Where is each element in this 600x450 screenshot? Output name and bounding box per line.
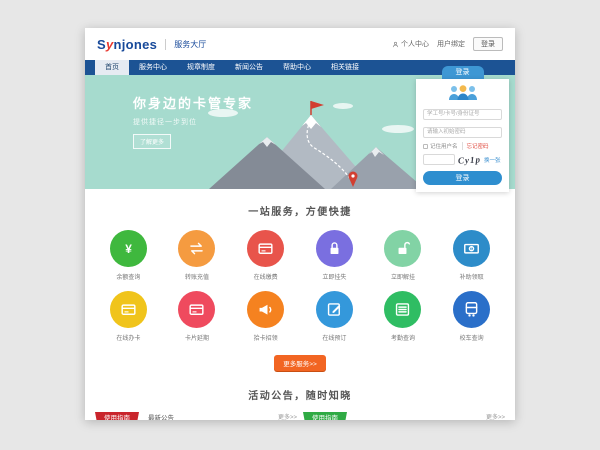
service-item-补助领取[interactable]: 1 补助领取: [437, 230, 506, 281]
service-item-校车查询[interactable]: 校车查询: [437, 291, 506, 342]
announcement-panel-2: 使用指南 更多>>: [303, 412, 505, 420]
more-services-wrap: 更多服务>>: [85, 353, 515, 371]
service-label: 卡片延期: [185, 333, 209, 342]
lock-icon: [316, 230, 353, 267]
remember-checkbox[interactable]: [423, 144, 428, 149]
personal-center-link[interactable]: 个人中心: [392, 39, 429, 49]
panel-tab-使用指南[interactable]: 使用指南: [95, 412, 139, 420]
service-item-转账充值[interactable]: 转账充值: [163, 230, 232, 281]
service-item-在线预订[interactable]: 在线预订: [300, 291, 369, 342]
remember-row: 记住用户名 忘记密码: [423, 142, 502, 150]
service-item-立即挂失[interactable]: 立即挂失: [300, 230, 369, 281]
banknote-icon: 1: [453, 230, 490, 267]
login-panel: 登录 记住用户名 忘记密码 Cy1p 换一张: [416, 66, 509, 192]
edit-icon: [316, 291, 353, 328]
service-item-余额查询[interactable]: ¥ 余额查询: [94, 230, 163, 281]
remember-label: 记住用户名: [430, 142, 458, 150]
site-window: Synjones 服务大厅 个人中心 用户绑定 登录 首页服务中心规章制度新闻公…: [85, 28, 515, 420]
card-icon: [110, 291, 147, 328]
login-tab[interactable]: 登录: [442, 66, 484, 79]
logo-part1: S: [97, 37, 106, 52]
announcements-section: 活动公告，随时知晓 使用指南最新公告更多>>使用指南更多>>: [85, 387, 515, 420]
service-item-立即解挂[interactable]: 立即解挂: [369, 230, 438, 281]
svg-text:1: 1: [470, 247, 473, 253]
page-background: Synjones 服务大厅 个人中心 用户绑定 登录 首页服务中心规章制度新闻公…: [0, 0, 600, 450]
service-label: 在线缴费: [254, 272, 278, 281]
service-label: 在线预订: [322, 333, 346, 342]
nav-item-新闻公告[interactable]: 新闻公告: [225, 60, 273, 75]
user-icon: [392, 41, 399, 48]
svg-text:¥: ¥: [125, 242, 132, 256]
megaphone-icon: [247, 291, 284, 328]
nav-item-帮助中心[interactable]: 帮助中心: [273, 60, 321, 75]
transfer-icon: [178, 230, 215, 267]
unlock-icon: [384, 230, 421, 267]
services-section: 一站服务，方便快捷 ¥ 余额查询 转账充值 在线缴费 立即挂失 立即解挂 1 补助领取在线办卡…: [85, 203, 515, 371]
site-name: 服务大厅: [165, 39, 206, 50]
logo[interactable]: Synjones: [97, 37, 157, 52]
service-label: 考勤查询: [391, 333, 415, 342]
yen-icon: ¥: [110, 230, 147, 267]
user-bind-link[interactable]: 用户绑定: [437, 39, 465, 49]
panel-more-link[interactable]: 更多>>: [278, 412, 297, 420]
services-grid: ¥ 余额查询 转账充值 在线缴费 立即挂失 立即解挂 1 补助领取在线办卡 卡片延期 拾卡招领 在线…: [94, 230, 506, 342]
more-services-button[interactable]: 更多服务>>: [274, 355, 326, 371]
hero-title: 你身边的卡管专家: [133, 93, 253, 112]
card-icon: [178, 291, 215, 328]
nav-item-服务中心[interactable]: 服务中心: [129, 60, 177, 75]
service-label: 在线办卡: [116, 333, 140, 342]
panel-tab-最新公告[interactable]: 最新公告: [148, 412, 174, 420]
login-card: 记住用户名 忘记密码 Cy1p 换一张 登录: [416, 79, 509, 192]
captcha-image[interactable]: Cy1p: [458, 154, 481, 165]
nav-item-规章制度[interactable]: 规章制度: [177, 60, 225, 75]
header: Synjones 服务大厅 个人中心 用户绑定 登录: [85, 28, 515, 60]
announcement-panel-1: 使用指南 最新公告 更多>>: [95, 412, 297, 420]
service-label: 立即解挂: [391, 272, 415, 281]
service-item-卡片延期[interactable]: 卡片延期: [163, 291, 232, 342]
service-item-在线缴费[interactable]: 在线缴费: [231, 230, 300, 281]
hero-cta-button[interactable]: 了解更多: [133, 134, 171, 149]
panel-tab-使用指南[interactable]: 使用指南: [303, 412, 347, 420]
username-input[interactable]: [423, 109, 502, 120]
service-label: 立即挂失: [322, 272, 346, 281]
header-right: 个人中心 用户绑定 登录: [392, 37, 503, 51]
service-item-考勤查询[interactable]: 考勤查询: [369, 291, 438, 342]
captcha-refresh-link[interactable]: 换一张: [484, 156, 501, 164]
hero-text: 你身边的卡管专家 提供捷径一步到位 了解更多: [133, 93, 253, 149]
captcha-input[interactable]: [423, 154, 455, 165]
captcha-row: Cy1p 换一张: [423, 154, 502, 165]
nav-item-相关链接[interactable]: 相关链接: [321, 60, 369, 75]
bus-icon: [453, 291, 490, 328]
service-label: 拾卡招领: [254, 333, 278, 342]
service-label: 转账充值: [185, 272, 209, 281]
users-group-icon: [446, 85, 480, 100]
forgot-password-link[interactable]: 忘记密码: [462, 142, 489, 150]
list-icon: [384, 291, 421, 328]
nav-item-首页[interactable]: 首页: [95, 60, 129, 75]
panel-more-link[interactable]: 更多>>: [486, 412, 505, 420]
logo-accent: y: [106, 37, 114, 52]
card-icon: [247, 230, 284, 267]
service-item-在线办卡[interactable]: 在线办卡: [94, 291, 163, 342]
password-input[interactable]: [423, 127, 502, 138]
login-submit-button[interactable]: 登录: [423, 171, 502, 185]
announcements-title: 活动公告，随时知晓: [85, 387, 515, 402]
service-label: 校车查询: [460, 333, 484, 342]
hero-subtitle: 提供捷径一步到位: [133, 117, 253, 127]
announcement-panels: 使用指南最新公告更多>>使用指南更多>>: [85, 412, 515, 420]
logo-part2: njones: [114, 37, 158, 52]
services-title: 一站服务，方便快捷: [85, 203, 515, 218]
header-login-button[interactable]: 登录: [473, 37, 503, 51]
service-item-拾卡招领[interactable]: 拾卡招领: [231, 291, 300, 342]
service-label: 补助领取: [460, 272, 484, 281]
service-label: 余额查询: [116, 272, 140, 281]
